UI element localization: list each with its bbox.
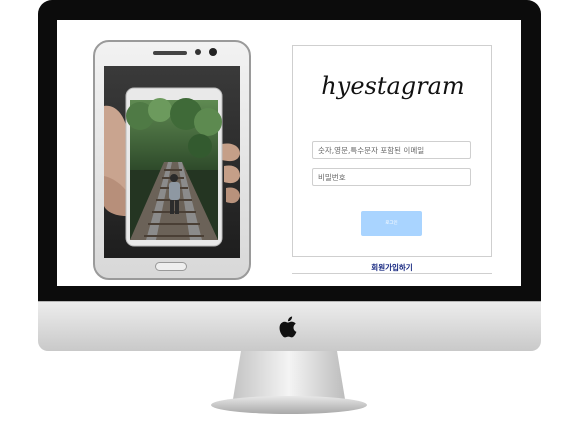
phone-mockup bbox=[93, 40, 251, 280]
monitor-stand-neck bbox=[233, 351, 345, 399]
apple-logo-icon bbox=[279, 316, 297, 338]
email-input[interactable]: 숫자,영문,특수문자 포함된 이메일 bbox=[312, 141, 471, 159]
password-input[interactable]: 비밀번호 bbox=[312, 168, 471, 186]
monitor-screen: hyestagram 숫자,영문,특수문자 포함된 이메일 비밀번호 로그인 회… bbox=[57, 20, 521, 286]
app-logo: hyestagram bbox=[321, 72, 465, 100]
signup-divider bbox=[292, 273, 492, 274]
phone-photo bbox=[104, 66, 240, 258]
phone-speaker bbox=[153, 51, 187, 55]
phone-home-button bbox=[155, 262, 187, 271]
phone-camera bbox=[209, 48, 217, 56]
imac-mockup: hyestagram 숫자,영문,특수문자 포함된 이메일 비밀번호 로그인 회… bbox=[0, 0, 573, 435]
login-card: hyestagram 숫자,영문,특수문자 포함된 이메일 비밀번호 로그인 bbox=[292, 45, 492, 257]
railway-photo-image bbox=[104, 66, 240, 258]
login-button[interactable]: 로그인 bbox=[361, 211, 422, 236]
phone-sensor bbox=[195, 49, 201, 55]
monitor-stand-base bbox=[211, 396, 367, 414]
signup-link[interactable]: 회원가입하기 bbox=[292, 262, 492, 273]
